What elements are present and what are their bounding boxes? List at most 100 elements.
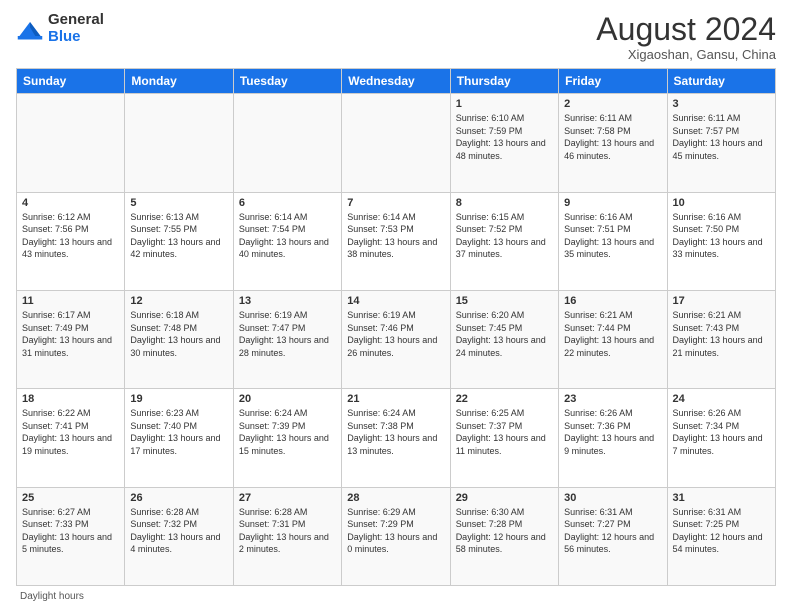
day-cell: 3 Sunrise: 6:11 AM Sunset: 7:57 PM Daylig… [667, 94, 775, 192]
day-number: 27 [239, 492, 336, 504]
week-row-2: 4Sunrise: 6:12 AM Sunset: 7:56 PM Daylig… [17, 192, 776, 290]
header: General Blue August 2024 Xigaoshan, Gans… [16, 12, 776, 62]
day-cell: 27 Sunrise: 6:28 AM Sunset: 7:31 PM Dayli… [233, 487, 341, 585]
day-cell: 10 Sunrise: 6:16 AM Sunset: 7:50 PM Dayli… [667, 192, 775, 290]
day-number: 24 [673, 393, 770, 405]
day-number: 7 [347, 197, 444, 209]
col-sunday: Sunday [17, 69, 125, 94]
day-cell: 24 Sunrise: 6:26 AM Sunset: 7:34 PM Dayli… [667, 389, 775, 487]
day-cell: 26 Sunrise: 6:28 AM Sunset: 7:32 PM Dayli… [125, 487, 233, 585]
day-cell: 30Sunrise: 6:31 AM Sunset: 7:27 PM Dayli… [559, 487, 667, 585]
day-number: 21 [347, 393, 444, 405]
day-info: Sunrise: 6:11 AM Sunset: 7:58 PM Dayligh… [564, 112, 661, 162]
day-number: 5 [130, 197, 227, 209]
day-cell: 29Sunrise: 6:30 AM Sunset: 7:28 PM Dayli… [450, 487, 558, 585]
calendar-body: 1 Sunrise: 6:10 AM Sunset: 7:59 PM Daylig… [17, 94, 776, 586]
day-info: Sunrise: 6:27 AM Sunset: 7:33 PM Dayligh… [22, 506, 119, 556]
day-info: Sunrise: 6:11 AM Sunset: 7:57 PM Dayligh… [673, 112, 770, 162]
header-row: Sunday Monday Tuesday Wednesday Thursday… [17, 69, 776, 94]
day-cell: 5 Sunrise: 6:13 AM Sunset: 7:55 PM Daylig… [125, 192, 233, 290]
day-number: 15 [456, 295, 553, 307]
day-info: Sunrise: 6:30 AM Sunset: 7:28 PM Dayligh… [456, 506, 553, 556]
day-cell: 25 Sunrise: 6:27 AM Sunset: 7:33 PM Dayli… [17, 487, 125, 585]
day-number: 14 [347, 295, 444, 307]
day-info: Sunrise: 6:15 AM Sunset: 7:52 PM Dayligh… [456, 211, 553, 261]
day-info: Sunrise: 6:20 AM Sunset: 7:45 PM Dayligh… [456, 309, 553, 359]
day-info: Sunrise: 6:25 AM Sunset: 7:37 PM Dayligh… [456, 407, 553, 457]
col-friday: Friday [559, 69, 667, 94]
col-monday: Monday [125, 69, 233, 94]
day-cell: 6 Sunrise: 6:14 AM Sunset: 7:54 PM Daylig… [233, 192, 341, 290]
day-info: Sunrise: 6:21 AM Sunset: 7:43 PM Dayligh… [673, 309, 770, 359]
logo-icon [16, 15, 44, 43]
day-number: 23 [564, 393, 661, 405]
day-cell: 12Sunrise: 6:18 AM Sunset: 7:48 PM Dayli… [125, 290, 233, 388]
day-cell: 28 Sunrise: 6:29 AM Sunset: 7:29 PM Dayli… [342, 487, 450, 585]
day-cell [233, 94, 341, 192]
day-info: Sunrise: 6:16 AM Sunset: 7:50 PM Dayligh… [673, 211, 770, 261]
day-number: 18 [22, 393, 119, 405]
main-title: August 2024 [596, 12, 776, 47]
day-info: Sunrise: 6:13 AM Sunset: 7:55 PM Dayligh… [130, 211, 227, 261]
subtitle: Xigaoshan, Gansu, China [596, 47, 776, 62]
day-cell: 9Sunrise: 6:16 AM Sunset: 7:51 PM Daylig… [559, 192, 667, 290]
day-cell: 8Sunrise: 6:15 AM Sunset: 7:52 PM Daylig… [450, 192, 558, 290]
day-cell: 1 Sunrise: 6:10 AM Sunset: 7:59 PM Daylig… [450, 94, 558, 192]
col-saturday: Saturday [667, 69, 775, 94]
day-number: 6 [239, 197, 336, 209]
week-row-3: 11 Sunrise: 6:17 AM Sunset: 7:49 PM Dayli… [17, 290, 776, 388]
day-info: Sunrise: 6:22 AM Sunset: 7:41 PM Dayligh… [22, 407, 119, 457]
day-info: Sunrise: 6:14 AM Sunset: 7:53 PM Dayligh… [347, 211, 444, 261]
logo: General Blue [16, 12, 104, 45]
day-cell: 11 Sunrise: 6:17 AM Sunset: 7:49 PM Dayli… [17, 290, 125, 388]
day-cell: 21 Sunrise: 6:24 AM Sunset: 7:38 PM Dayli… [342, 389, 450, 487]
day-cell: 17 Sunrise: 6:21 AM Sunset: 7:43 PM Dayli… [667, 290, 775, 388]
day-number: 9 [564, 197, 661, 209]
day-cell: 4Sunrise: 6:12 AM Sunset: 7:56 PM Daylig… [17, 192, 125, 290]
day-info: Sunrise: 6:24 AM Sunset: 7:39 PM Dayligh… [239, 407, 336, 457]
day-number: 12 [130, 295, 227, 307]
col-tuesday: Tuesday [233, 69, 341, 94]
day-info: Sunrise: 6:28 AM Sunset: 7:32 PM Dayligh… [130, 506, 227, 556]
day-number: 25 [22, 492, 119, 504]
day-cell: 18 Sunrise: 6:22 AM Sunset: 7:41 PM Dayli… [17, 389, 125, 487]
day-info: Sunrise: 6:14 AM Sunset: 7:54 PM Dayligh… [239, 211, 336, 261]
day-info: Sunrise: 6:26 AM Sunset: 7:34 PM Dayligh… [673, 407, 770, 457]
day-cell [17, 94, 125, 192]
day-number: 11 [22, 295, 119, 307]
day-number: 31 [673, 492, 770, 504]
week-row-1: 1 Sunrise: 6:10 AM Sunset: 7:59 PM Daylig… [17, 94, 776, 192]
col-wednesday: Wednesday [342, 69, 450, 94]
day-info: Sunrise: 6:31 AM Sunset: 7:27 PM Dayligh… [564, 506, 661, 556]
day-info: Sunrise: 6:23 AM Sunset: 7:40 PM Dayligh… [130, 407, 227, 457]
calendar-header: Sunday Monday Tuesday Wednesday Thursday… [17, 69, 776, 94]
day-info: Sunrise: 6:10 AM Sunset: 7:59 PM Dayligh… [456, 112, 553, 162]
day-info: Sunrise: 6:17 AM Sunset: 7:49 PM Dayligh… [22, 309, 119, 359]
day-info: Sunrise: 6:26 AM Sunset: 7:36 PM Dayligh… [564, 407, 661, 457]
logo-general: General [48, 11, 104, 28]
day-info: Sunrise: 6:21 AM Sunset: 7:44 PM Dayligh… [564, 309, 661, 359]
week-row-4: 18 Sunrise: 6:22 AM Sunset: 7:41 PM Dayli… [17, 389, 776, 487]
day-number: 3 [673, 98, 770, 110]
day-cell: 20Sunrise: 6:24 AM Sunset: 7:39 PM Dayli… [233, 389, 341, 487]
day-number: 1 [456, 98, 553, 110]
day-info: Sunrise: 6:24 AM Sunset: 7:38 PM Dayligh… [347, 407, 444, 457]
day-info: Sunrise: 6:28 AM Sunset: 7:31 PM Dayligh… [239, 506, 336, 556]
day-number: 10 [673, 197, 770, 209]
day-info: Sunrise: 6:12 AM Sunset: 7:56 PM Dayligh… [22, 211, 119, 261]
day-number: 13 [239, 295, 336, 307]
title-block: August 2024 Xigaoshan, Gansu, China [596, 12, 776, 62]
day-info: Sunrise: 6:29 AM Sunset: 7:29 PM Dayligh… [347, 506, 444, 556]
day-cell: 7 Sunrise: 6:14 AM Sunset: 7:53 PM Daylig… [342, 192, 450, 290]
logo-blue: Blue [48, 28, 81, 45]
day-number: 28 [347, 492, 444, 504]
day-cell: 2 Sunrise: 6:11 AM Sunset: 7:58 PM Daylig… [559, 94, 667, 192]
day-number: 2 [564, 98, 661, 110]
logo-text: General Blue [48, 12, 104, 45]
day-cell: 19Sunrise: 6:23 AM Sunset: 7:40 PM Dayli… [125, 389, 233, 487]
day-info: Sunrise: 6:19 AM Sunset: 7:47 PM Dayligh… [239, 309, 336, 359]
week-row-5: 25 Sunrise: 6:27 AM Sunset: 7:33 PM Dayli… [17, 487, 776, 585]
day-number: 26 [130, 492, 227, 504]
day-info: Sunrise: 6:19 AM Sunset: 7:46 PM Dayligh… [347, 309, 444, 359]
day-number: 17 [673, 295, 770, 307]
